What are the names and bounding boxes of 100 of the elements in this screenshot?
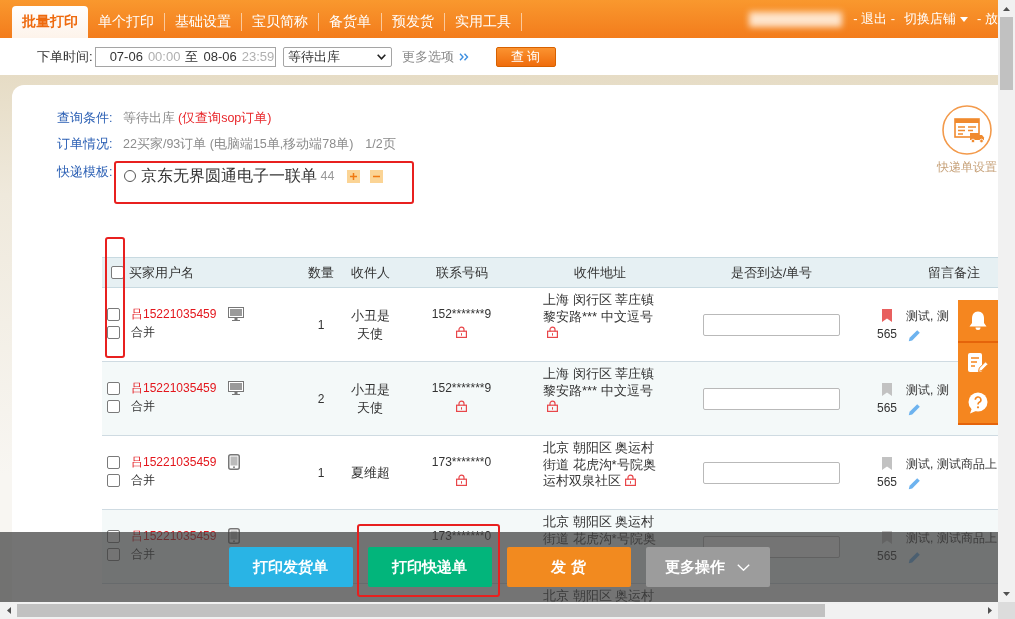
minus-icon[interactable] [370, 169, 384, 183]
recipient-name: 小丑是天使 [350, 381, 390, 415]
quantity: 1 [317, 465, 325, 480]
nav-tab[interactable]: 实用工具 [445, 6, 521, 38]
phone-number: 152*******9 [431, 381, 492, 395]
down-arrow-icon[interactable] [1003, 591, 1010, 596]
chevron-down-icon [737, 563, 750, 571]
scrollbar-corner [998, 602, 1015, 619]
nav-link[interactable]: - 放 [977, 10, 998, 28]
buyer-name[interactable]: 吕15221035459 [131, 305, 217, 323]
phone-number: 173*******0 [431, 455, 492, 469]
phone-number: 152*******9 [431, 307, 492, 321]
monitor-icon [228, 381, 245, 395]
status-select[interactable]: 等待出库 [282, 46, 392, 67]
tracking-number-field[interactable] [703, 387, 840, 410]
column-header: 联系号码 [435, 264, 488, 280]
tracking-number-field[interactable] [703, 461, 840, 484]
nav-tab[interactable]: 单个打印 [88, 6, 164, 38]
query-condition-value: 等待出库 [123, 109, 175, 127]
vertical-scrollbar[interactable] [998, 0, 1015, 602]
column-header: 数量 [308, 264, 334, 280]
merge-label: 合并 [131, 323, 155, 341]
checkbox[interactable] [107, 381, 120, 395]
remark-count: 565 [877, 326, 897, 341]
query-button[interactable]: 查 询 [495, 46, 556, 67]
pencil-icon[interactable] [908, 476, 921, 490]
left-arrow-icon[interactable] [6, 607, 11, 614]
bell-icon[interactable] [968, 310, 988, 331]
tablet-icon [228, 454, 241, 470]
nav-tab[interactable]: 批量打印 [12, 6, 88, 38]
plus-icon[interactable] [347, 169, 361, 183]
checkbox[interactable] [107, 399, 120, 413]
template-count: 44 [320, 169, 335, 183]
address-text: 上海 闵行区 莘庄镇黎安路*** 中文逗号 [543, 292, 655, 324]
field-label: 快递模板: [57, 164, 114, 181]
scrollbar-thumb[interactable] [1000, 17, 1013, 90]
column-header: 买家用户名 [129, 264, 194, 280]
action-button[interactable]: 发 货 [506, 547, 631, 587]
remark-text: 测试, 测试商品上 [906, 455, 997, 473]
bookmark-icon[interactable] [882, 382, 892, 396]
merge-label: 合并 [131, 471, 155, 489]
quantity: 1 [317, 317, 325, 332]
note-edit-icon[interactable] [967, 352, 989, 374]
remark-count: 565 [877, 400, 897, 415]
nav-link[interactable]: - 退出 - [853, 10, 896, 28]
remark-text: 测试, 测 [906, 307, 949, 325]
bookmark-icon[interactable] [882, 308, 892, 322]
quantity: 2 [317, 391, 325, 406]
document-truck-icon[interactable] [942, 105, 992, 155]
nav-tab[interactable]: 备货单 [319, 6, 381, 38]
nav-tab[interactable]: 预发货 [382, 6, 444, 38]
recipient-name: 夏维超 [350, 464, 390, 480]
radio-button[interactable] [123, 170, 136, 182]
merge-label: 合并 [131, 397, 155, 415]
monitor-icon [228, 307, 245, 321]
template-option-label[interactable]: 京东无界圆通电子一联单 [140, 165, 317, 187]
express-settings-label[interactable]: 快递单设置 [937, 159, 997, 176]
up-arrow-icon[interactable] [1003, 6, 1010, 11]
column-header: 收件人 [350, 264, 390, 280]
double-chevron-right-icon [458, 52, 469, 61]
nav-tab[interactable]: 宝贝简称 [242, 6, 318, 38]
bookmark-icon[interactable] [882, 456, 892, 470]
column-header: 是否到达/单号 [730, 264, 813, 280]
chevron-down-icon [376, 53, 386, 60]
column-header: 留言备注 [928, 264, 980, 280]
nav-tab[interactable]: 基础设置 [165, 6, 241, 38]
tracking-number-field[interactable] [703, 313, 840, 336]
buyer-name[interactable]: 吕15221035459 [131, 453, 217, 471]
checkbox[interactable] [107, 473, 120, 487]
address-text: 北京 朝阳区 奥运村街道 花虎沟*号院奥运村双泉社区 [543, 440, 656, 488]
right-arrow-icon[interactable] [987, 607, 992, 614]
action-button[interactable]: 更多操作 [645, 547, 770, 587]
order-count-text: 22买家/93订单 (电脑端15单,移动端78单) [123, 135, 354, 153]
checkbox[interactable] [107, 325, 120, 339]
action-button[interactable]: 打印快递单 [367, 547, 492, 587]
remark-text: 测试, 测 [906, 381, 949, 399]
date-range-field[interactable]: 07-06 00:00 至 08-06 23:59 [94, 46, 276, 67]
page-indicator: 1/2页 [365, 135, 396, 153]
action-button[interactable]: 打印发货单 [228, 547, 353, 587]
phone-number: 173*******0 [431, 529, 492, 543]
buyer-name[interactable]: 吕15221035459 [131, 527, 217, 545]
recipient-name: 小丑是天使 [350, 307, 390, 341]
more-options-link[interactable]: 更多选项 [401, 47, 469, 66]
remark-count: 565 [877, 548, 897, 563]
nav-link[interactable]: 切换店铺 [904, 10, 969, 28]
checkbox[interactable] [107, 307, 120, 321]
address-text: 上海 闵行区 莘庄镇黎安路*** 中文逗号 [543, 366, 655, 398]
checkbox[interactable] [107, 455, 120, 469]
pencil-icon[interactable] [908, 402, 921, 416]
scrollbar-thumb[interactable] [17, 604, 825, 617]
remark-count: 565 [877, 474, 897, 489]
buyer-name[interactable]: 吕15221035459 [131, 379, 217, 397]
field-label: 订单情况: [57, 135, 114, 153]
column-header: 收件地址 [574, 264, 626, 280]
order-time-label: 下单时间: [37, 47, 93, 66]
horizontal-scrollbar[interactable] [0, 602, 998, 619]
field-label: 查询条件: [57, 109, 114, 127]
sop-only-note: (仅查询sop订单) [178, 109, 272, 127]
help-icon[interactable] [967, 392, 989, 414]
pencil-icon[interactable] [908, 328, 921, 342]
